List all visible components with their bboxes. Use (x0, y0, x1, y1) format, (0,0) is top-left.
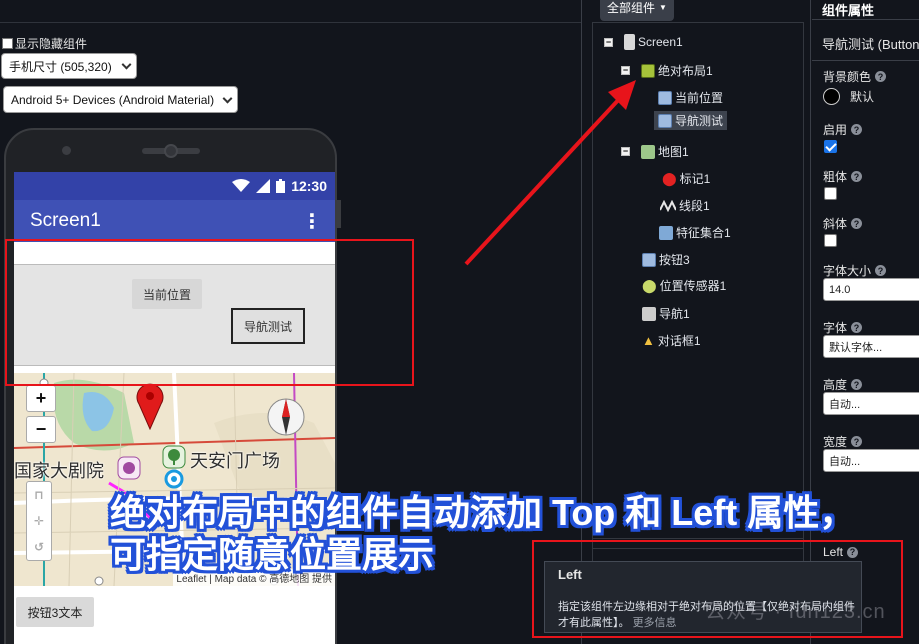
caption-line-2: 可指定随意位置展示 (110, 534, 435, 575)
annotation-caption: 绝对布局中的组件自动添加 Top 和 Left 属性， 可指定随意位置展示 (110, 492, 855, 576)
more-info-link[interactable]: 更多信息 (633, 617, 677, 629)
caption-line-1: 绝对布局中的组件自动添加 Top 和 Left 属性， (110, 492, 856, 533)
watermark: 公众号 · fun123.cn (705, 601, 886, 623)
